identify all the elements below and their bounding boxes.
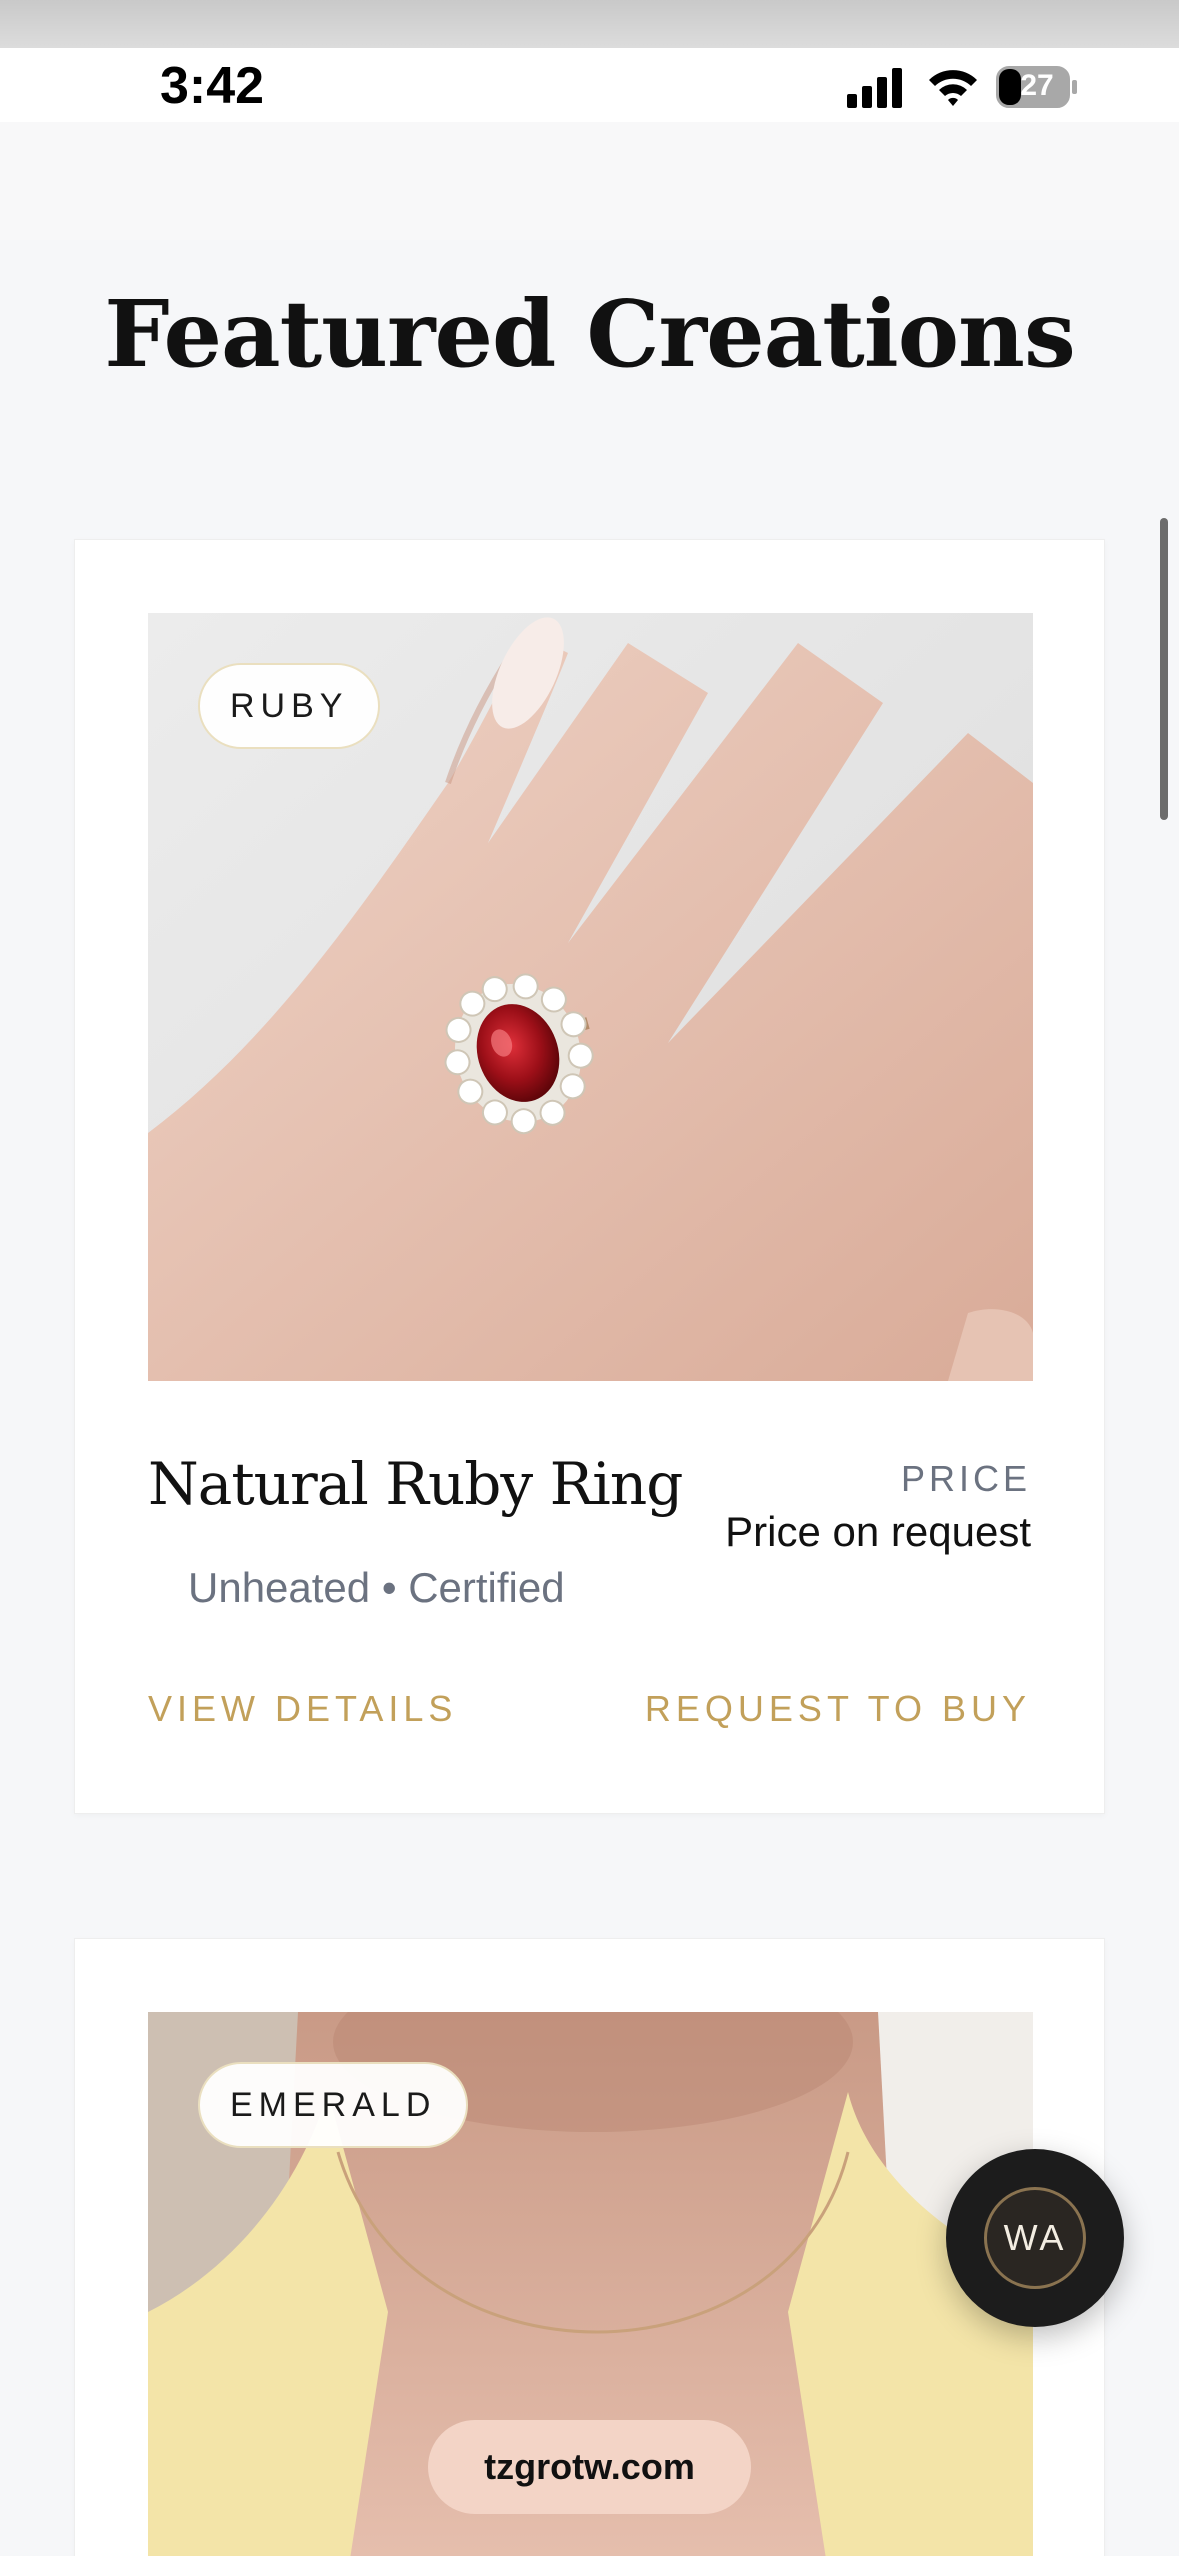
status-time: 3:42 [160,57,265,115]
scrollbar[interactable] [1160,518,1168,820]
status-bar: 3:42 27 [0,48,1179,122]
url-bar[interactable]: tzgrotw.com [428,2420,751,2514]
wifi-icon [929,70,977,106]
request-to-buy-link[interactable]: REQUEST TO BUY [645,1688,1031,1730]
top-chrome [0,0,1179,48]
header-band [0,122,1179,240]
price-label: PRICE [900,1458,1031,1499]
battery-level: 27 [1020,69,1054,102]
gem-type-tag: EMERALD [198,2062,469,2148]
price-value: Price on request [725,1508,1031,1555]
whatsapp-label: WA [984,2187,1086,2289]
product-card[interactable]: RUBY Natural Ruby Ring Unheated • Certif… [74,539,1105,1814]
product-subtitle: Unheated • Certified [188,1564,565,1611]
page-title: Featured Creations [104,280,1076,388]
signal-icon [847,68,902,108]
whatsapp-chat-button[interactable]: WA [946,2149,1124,2327]
product-image[interactable]: RUBY [148,613,1033,1381]
gem-type-tag: RUBY [198,663,381,749]
product-name: Natural Ruby Ring [148,1450,683,1518]
view-details-link[interactable]: VIEW DETAILS [148,1688,457,1730]
